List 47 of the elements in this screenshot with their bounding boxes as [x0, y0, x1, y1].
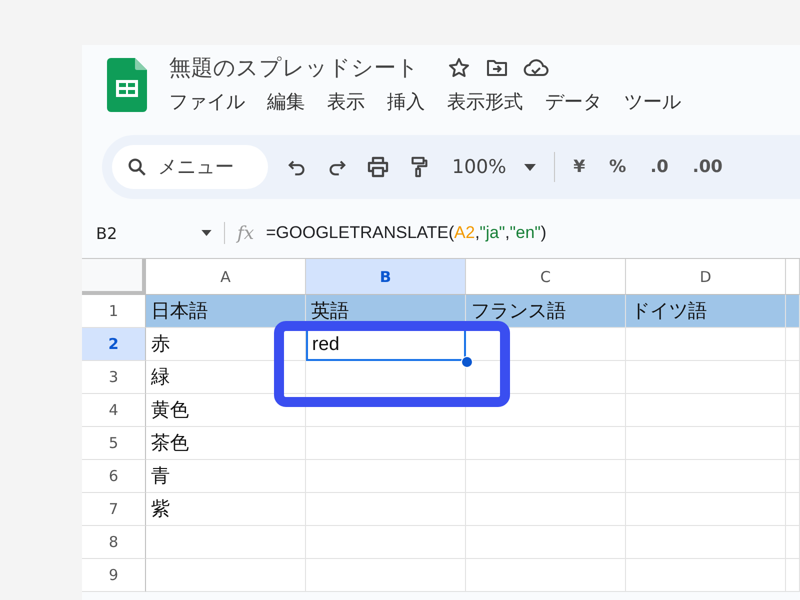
menu-item[interactable]: 挿入	[387, 89, 425, 115]
star-icon[interactable]	[447, 56, 471, 80]
table-cell[interactable]: 黄色	[146, 394, 306, 427]
row-header[interactable]: 4	[82, 394, 146, 427]
row-header[interactable]: 2	[82, 328, 146, 361]
menu-item[interactable]: 表示	[327, 89, 365, 115]
table-cell[interactable]: 紫	[146, 493, 306, 526]
search-icon	[126, 156, 148, 178]
table-cell[interactable]: 青	[146, 460, 306, 493]
format-button[interactable]: .0	[650, 157, 669, 177]
format-button[interactable]: .00	[692, 157, 723, 177]
table-cell[interactable]: red	[306, 328, 466, 361]
table-cell[interactable]: 赤	[146, 328, 306, 361]
row-header[interactable]: 9	[82, 559, 146, 592]
menu-item[interactable]: 表示形式	[447, 89, 523, 115]
row-header[interactable]: 5	[82, 427, 146, 460]
row-header[interactable]: 7	[82, 493, 146, 526]
table-cell[interactable]: ドイツ語	[626, 295, 786, 328]
print-icon[interactable]	[366, 155, 390, 179]
zoom-dropdown[interactable]: 100%	[452, 156, 536, 178]
row-header[interactable]: 6	[82, 460, 146, 493]
format-button[interactable]: ¥	[573, 157, 586, 177]
spreadsheet-logo-icon[interactable]	[107, 58, 147, 112]
menu-item[interactable]: 編集	[267, 89, 305, 115]
caret-icon	[524, 164, 536, 170]
row-header[interactable]: 8	[82, 526, 146, 559]
menu-search-field[interactable]: メニュー	[112, 145, 268, 189]
table-cell[interactable]: 茶色	[146, 427, 306, 460]
row-header[interactable]: 3	[82, 361, 146, 394]
column-header[interactable]: B	[306, 259, 466, 295]
column-header[interactable]: D	[626, 259, 786, 295]
table-cell[interactable]: 緑	[146, 361, 306, 394]
document-title[interactable]: 無題のスプレッドシート	[169, 53, 419, 83]
caret-icon	[201, 230, 212, 236]
formula-input[interactable]: =GOOGLETRANSLATE(A2,"ja","en")	[266, 223, 546, 243]
format-button[interactable]: %	[609, 157, 626, 177]
row-header[interactable]: 1	[82, 295, 146, 328]
select-all-corner[interactable]	[82, 259, 146, 295]
table-cell[interactable]: フランス語	[466, 295, 626, 328]
fx-label: fx	[237, 222, 254, 244]
name-box[interactable]: B2	[96, 224, 212, 242]
column-header[interactable]: A	[146, 259, 306, 295]
column-header[interactable]: C	[466, 259, 626, 295]
table-cell[interactable]: 日本語	[146, 295, 306, 328]
menu-item[interactable]: データ	[545, 89, 602, 115]
menu-item[interactable]: ファイル	[169, 89, 245, 115]
menu-item[interactable]: ツール	[624, 89, 681, 115]
